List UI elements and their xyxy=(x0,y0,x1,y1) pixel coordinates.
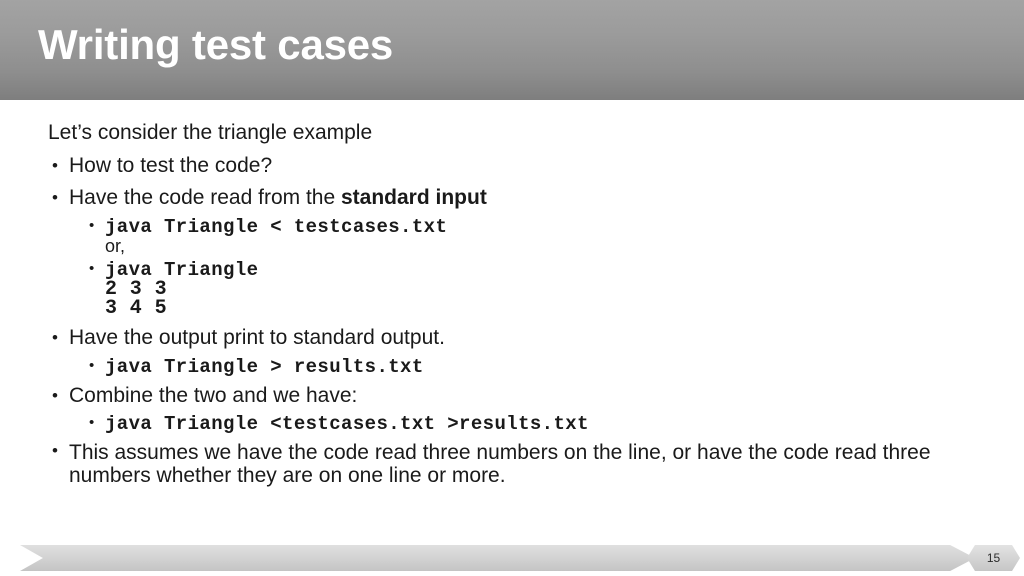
slide-title-bar: Writing test cases xyxy=(0,0,1024,100)
bullet-glyph-icon: • xyxy=(89,260,95,277)
bullet-glyph-icon: • xyxy=(89,357,95,374)
page-title: Writing test cases xyxy=(38,21,394,68)
bullet-glyph-icon: • xyxy=(52,328,58,347)
code-input-sample-line-2: 3 4 5 xyxy=(105,297,168,320)
bullet-how-to-test: • How to test the code? xyxy=(52,154,272,178)
code-text-redirect-in: java Triangle < testcases.txt xyxy=(105,216,448,238)
intro-text: Let’s consider the triangle example xyxy=(48,121,373,144)
code-line-redirect-in: • java Triangle < testcases.txt xyxy=(89,215,447,238)
page-number-badge: 15 xyxy=(967,545,1020,571)
code-text-redirect-both: java Triangle <testcases.txt >results.tx… xyxy=(105,413,589,435)
bullet-standard-input-prefix: Have the code read from the xyxy=(69,186,341,209)
bullet-standard-output: • Have the output print to standard outpu… xyxy=(52,326,445,350)
bullet-how-to-test-label: How to test the code? xyxy=(69,154,273,177)
page-number-label: 15 xyxy=(986,551,1001,565)
slide-footer: 15 xyxy=(0,543,1024,576)
bullet-standard-input: • Have the code read from the standard in… xyxy=(52,186,487,210)
bullet-glyph-icon: • xyxy=(52,386,58,405)
code-line-redirect-both: • java Triangle <testcases.txt >results.t… xyxy=(89,412,589,435)
code-line-redirect-out: • java Triangle > results.txt xyxy=(89,355,424,378)
bullet-combine: • Combine the two and we have: xyxy=(52,384,357,408)
bullet-glyph-icon: • xyxy=(52,156,58,175)
bullet-glyph-icon: • xyxy=(52,441,58,460)
bullet-standard-input-emphasis: standard input xyxy=(341,186,487,209)
code-text-redirect-out: java Triangle > results.txt xyxy=(105,356,424,378)
bullet-assumption: • This assumes we have the code read thre… xyxy=(52,441,952,487)
bullet-combine-label: Combine the two and we have: xyxy=(69,384,358,407)
bullet-assumption-label: This assumes we have the code read three… xyxy=(69,441,931,487)
slide-content: Let’s consider the triangle example • How… xyxy=(0,100,1024,530)
bullet-standard-output-label: Have the output print to standard output… xyxy=(69,326,445,349)
bullet-glyph-icon: • xyxy=(89,414,95,431)
footer-chevron-bar xyxy=(20,545,975,571)
bullet-glyph-icon: • xyxy=(52,188,58,207)
or-label: or, xyxy=(105,236,126,256)
bullet-glyph-icon: • xyxy=(89,217,95,234)
